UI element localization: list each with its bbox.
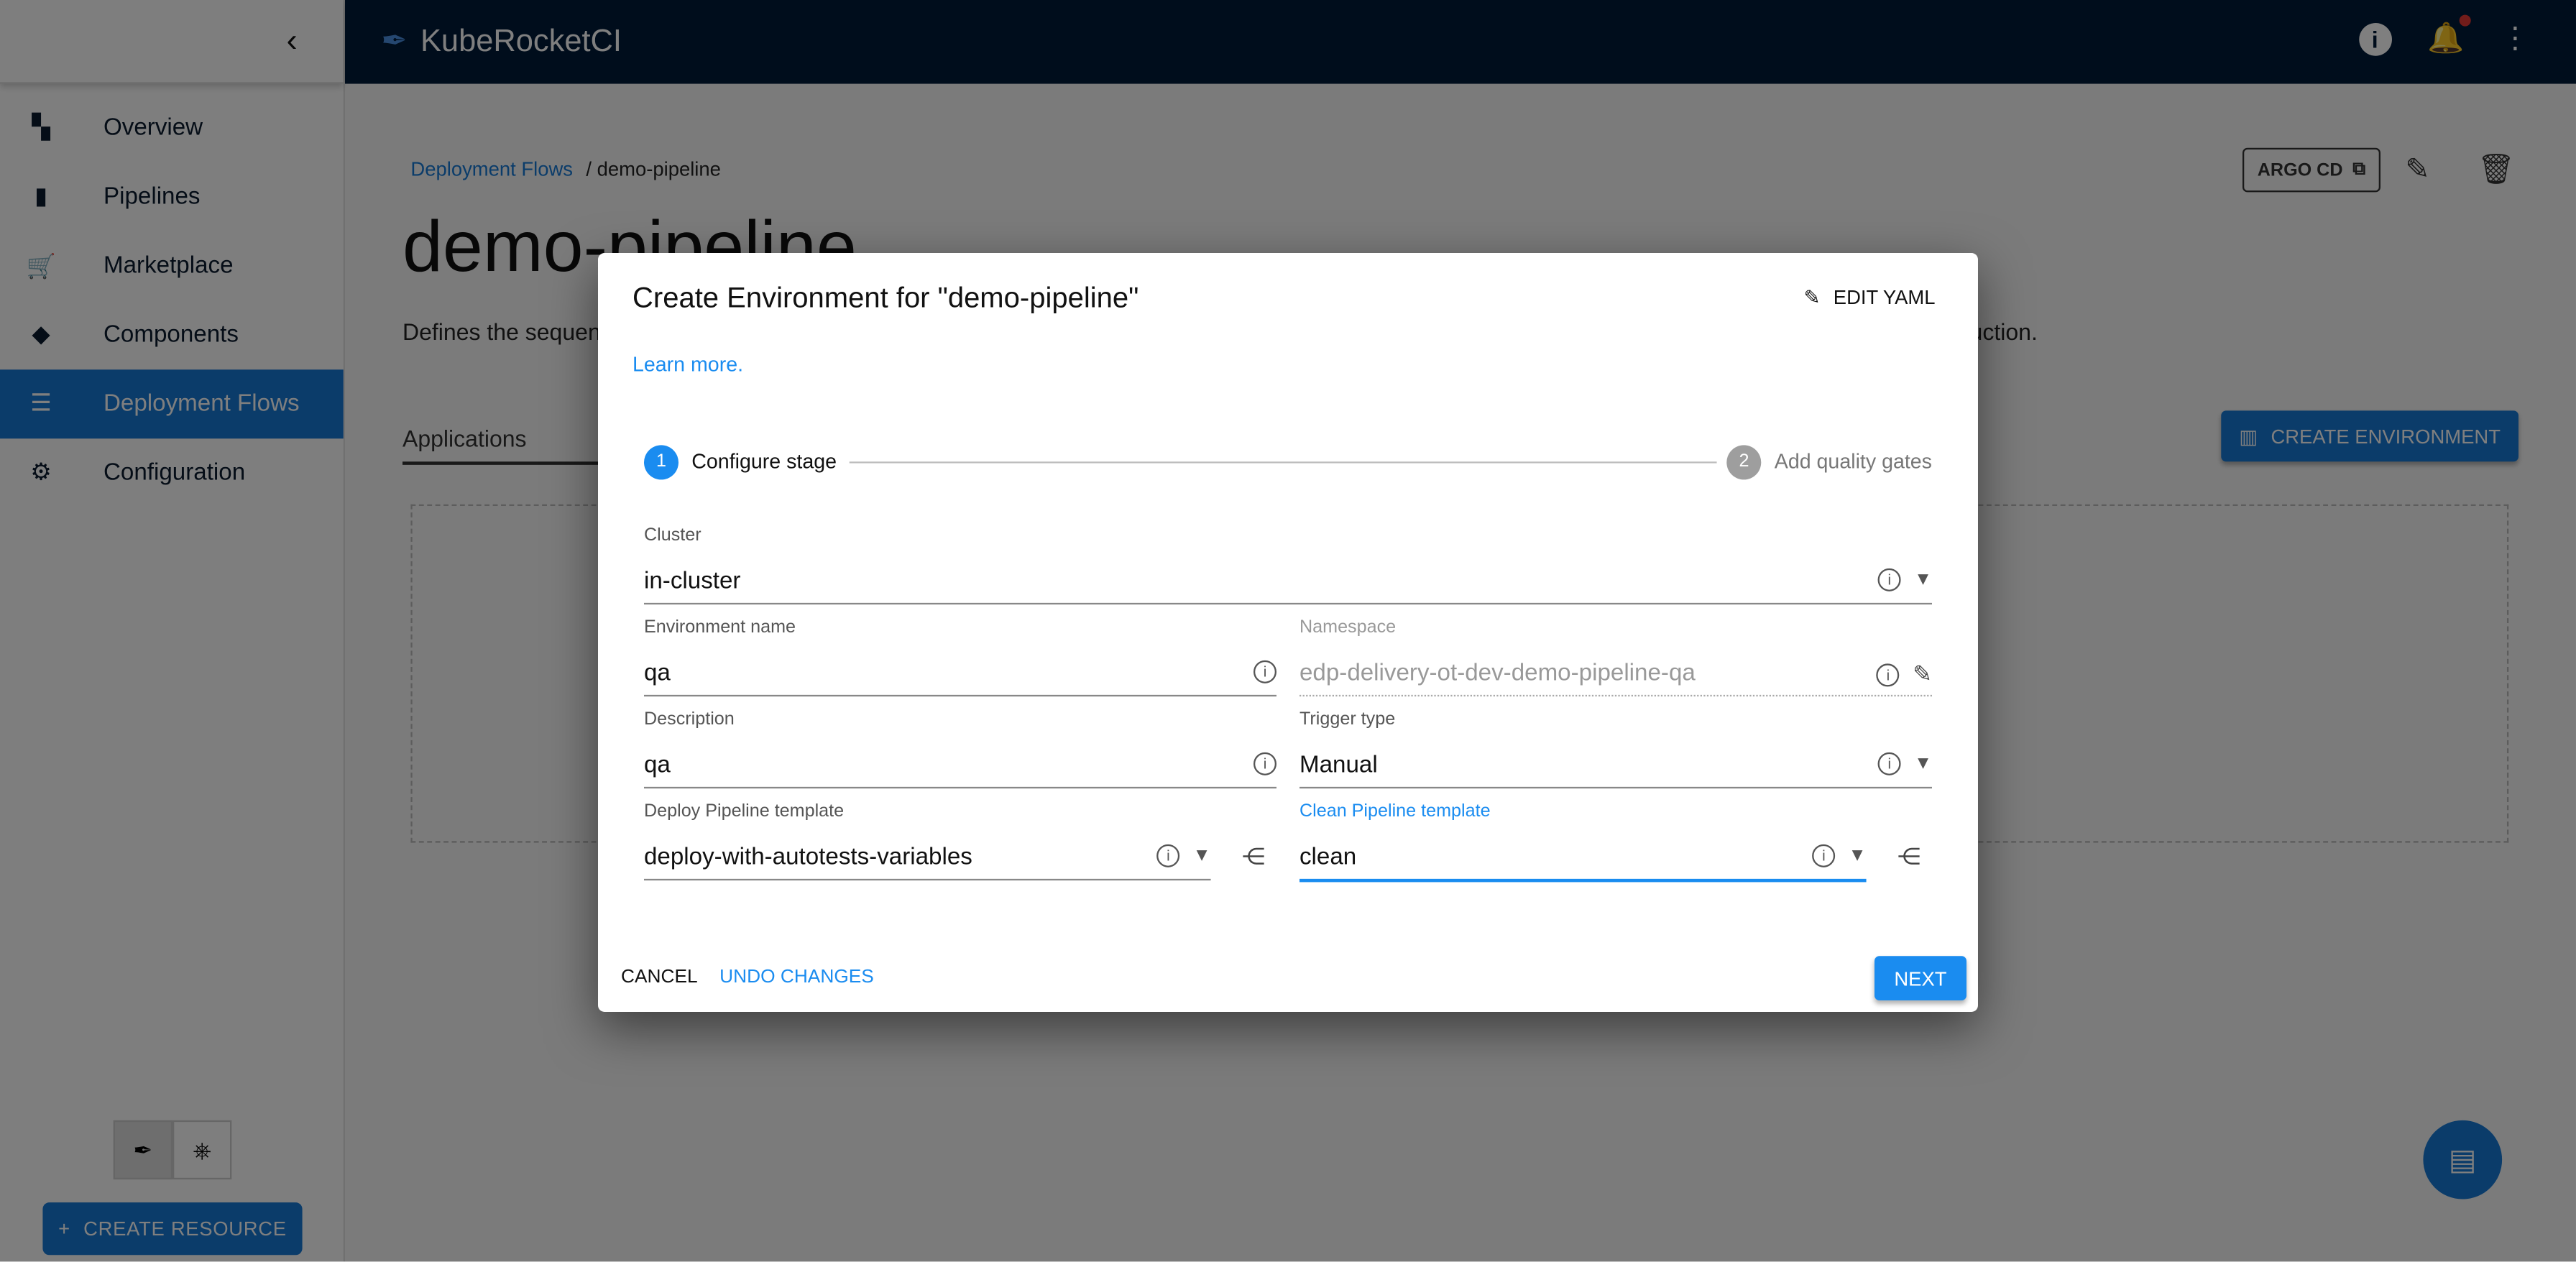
namespace-input: Namespace edp-delivery-ot-dev-demo-pipeli… bbox=[1299, 617, 1932, 697]
trigger-value: Manual bbox=[1299, 752, 1378, 779]
step-2-indicator: 2 bbox=[1726, 444, 1762, 479]
description-label: Description bbox=[643, 709, 735, 729]
undo-changes-button[interactable]: UNDO CHANGES bbox=[719, 967, 874, 987]
cluster-value: in-cluster bbox=[643, 568, 741, 595]
pipeline-tree-icon[interactable]: ⋲ bbox=[1898, 843, 1920, 871]
namespace-label: Namespace bbox=[1299, 617, 1397, 637]
trigger-label: Trigger type bbox=[1299, 709, 1396, 729]
info-icon[interactable]: i bbox=[1156, 844, 1180, 867]
env-name-label: Environment name bbox=[643, 617, 796, 637]
trigger-type-select[interactable]: Trigger type Manual i ▼ bbox=[1299, 709, 1932, 789]
deploy-pipeline-template-select[interactable]: Deploy Pipeline template deploy-with-auto… bbox=[643, 801, 1211, 881]
clean-pipeline-template-select[interactable]: Clean Pipeline template clean i ▼ bbox=[1299, 801, 1867, 883]
pipeline-tree-icon[interactable]: ⋲ bbox=[1242, 843, 1265, 871]
step-2-label: Add quality gates bbox=[1774, 450, 1932, 474]
edit-yaml-button[interactable]: ✎ EDIT YAML bbox=[1803, 286, 1935, 309]
info-icon[interactable]: i bbox=[1876, 663, 1900, 686]
clean-tpl-value: clean bbox=[1299, 844, 1357, 871]
description-input[interactable]: Description qa i bbox=[643, 709, 1276, 789]
deploy-tpl-value: deploy-with-autotests-variables bbox=[643, 844, 972, 871]
dropdown-arrow-icon[interactable]: ▼ bbox=[1193, 846, 1211, 865]
dropdown-arrow-icon[interactable]: ▼ bbox=[1914, 570, 1932, 589]
info-icon[interactable]: i bbox=[1253, 660, 1276, 683]
dropdown-arrow-icon[interactable]: ▼ bbox=[1914, 754, 1932, 773]
cluster-select[interactable]: Cluster in-cluster i ▼ bbox=[643, 525, 1932, 605]
next-button[interactable]: NEXT bbox=[1874, 956, 1966, 1000]
cluster-label: Cluster bbox=[643, 525, 702, 545]
step-connector bbox=[850, 461, 1717, 463]
deploy-tpl-label: Deploy Pipeline template bbox=[643, 801, 845, 821]
info-icon[interactable]: i bbox=[1877, 752, 1901, 775]
env-name-value: qa bbox=[643, 660, 671, 687]
environment-name-input[interactable]: Environment name qa i bbox=[643, 617, 1276, 697]
step-1-label: Configure stage bbox=[691, 450, 837, 474]
dialog-title: Create Environment for "demo-pipeline" bbox=[632, 280, 1139, 314]
pencil-icon[interactable]: ✎ bbox=[1913, 660, 1932, 688]
dropdown-arrow-icon[interactable]: ▼ bbox=[1849, 846, 1867, 865]
learn-more-link[interactable]: Learn more. bbox=[632, 353, 743, 376]
cancel-button[interactable]: CANCEL bbox=[621, 967, 698, 987]
step-1-indicator: 1 bbox=[643, 444, 678, 479]
edit-yaml-label: EDIT YAML bbox=[1833, 285, 1936, 309]
namespace-value: edp-delivery-ot-dev-demo-pipeline-qa bbox=[1299, 660, 1696, 687]
info-icon[interactable]: i bbox=[1877, 568, 1901, 591]
stepper: 1 Configure stage 2 Add quality gates bbox=[643, 443, 1932, 479]
create-environment-dialog: Create Environment for "demo-pipeline" ✎… bbox=[597, 252, 1978, 1012]
pencil-icon: ✎ bbox=[1803, 285, 1821, 309]
info-icon[interactable]: i bbox=[1812, 844, 1836, 867]
info-icon[interactable]: i bbox=[1253, 752, 1276, 775]
description-value: qa bbox=[643, 752, 671, 779]
clean-tpl-label: Clean Pipeline template bbox=[1299, 801, 1491, 821]
